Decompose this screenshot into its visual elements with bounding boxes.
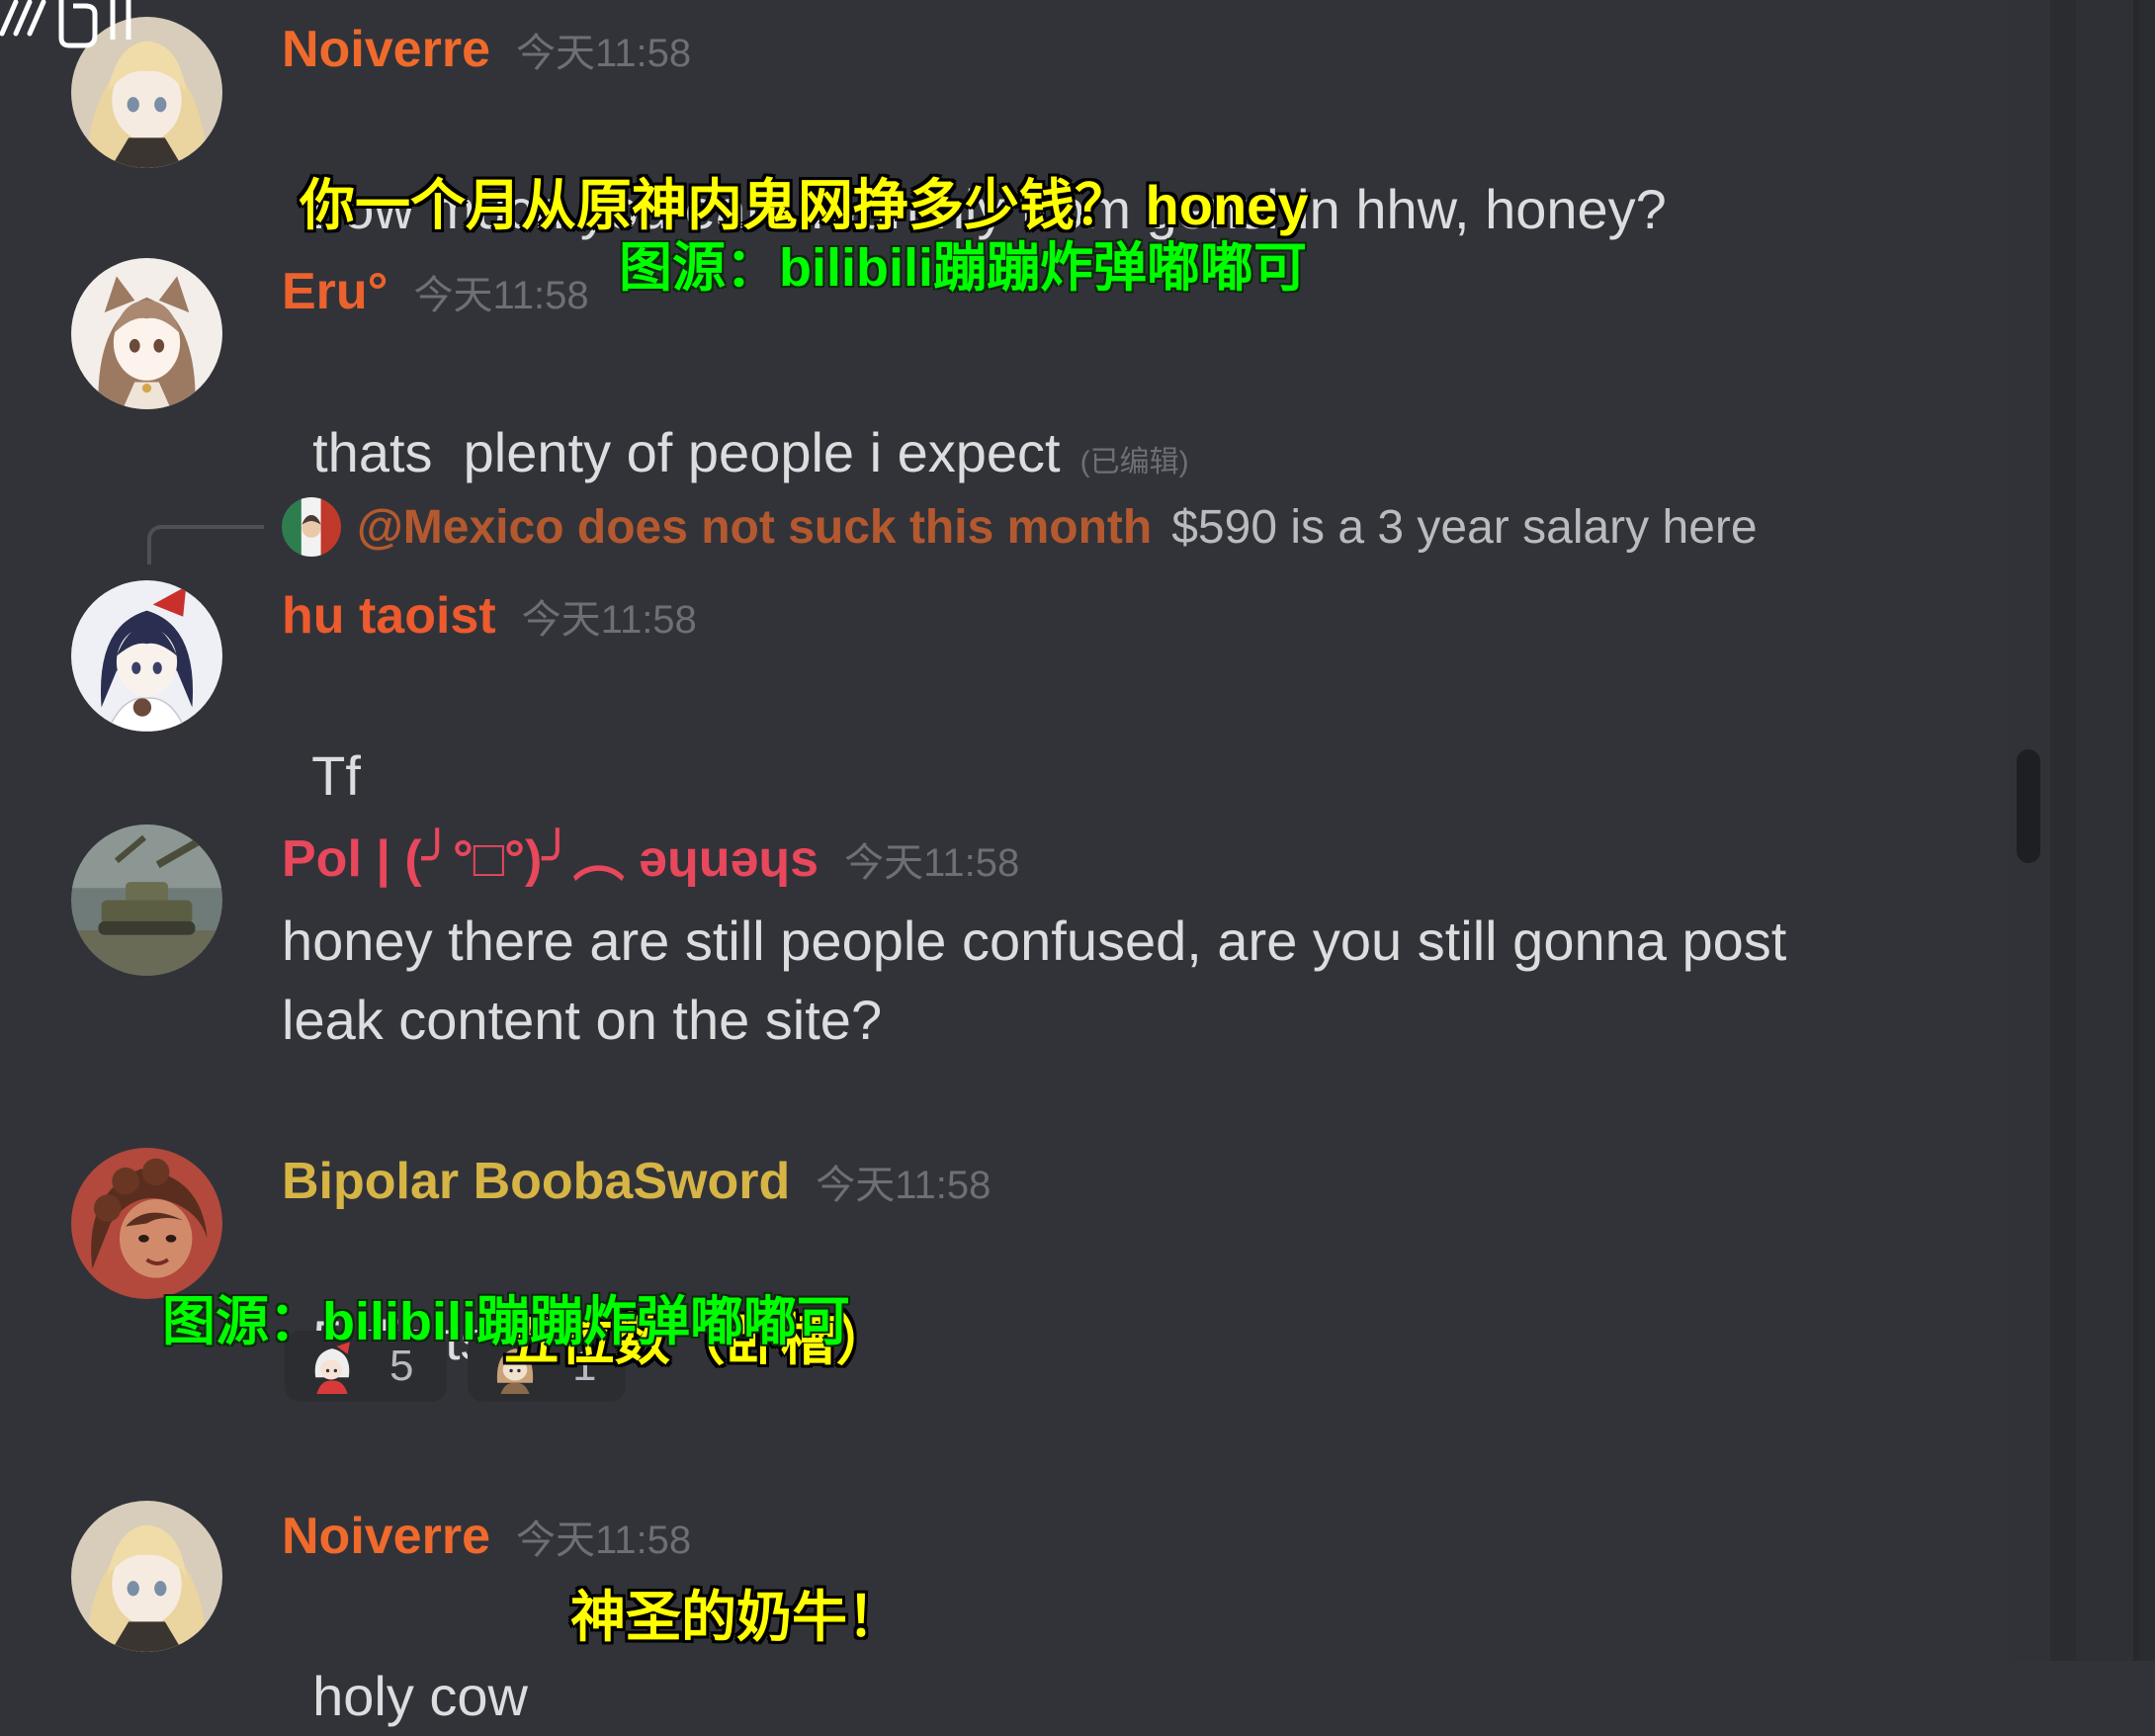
username[interactable]: hu taoist xyxy=(282,584,496,648)
anime-character-red-avatar[interactable] xyxy=(71,1148,222,1299)
message-content: honey there are still people confused, a… xyxy=(282,902,1844,1060)
anime-girl-dark-hair-avatar[interactable] xyxy=(71,580,222,732)
tank-avatar[interactable] xyxy=(71,825,222,976)
scrollbar-thumb[interactable] xyxy=(2017,749,2040,863)
message-header: Noiverre 今天11:58 xyxy=(282,18,691,81)
message-header: Bipolar BoobaSword 今天11:58 xyxy=(282,1150,991,1213)
anime-girl-brown-hair-avatar[interactable] xyxy=(71,258,222,409)
reply-mention[interactable]: @Mexico does not suck this month xyxy=(357,498,1152,558)
username[interactable]: Eru° xyxy=(282,260,388,323)
message-content: thats plenty of people i expect (已编辑) xyxy=(282,334,1189,502)
reply-text[interactable]: $590 is a 3 year salary here xyxy=(1171,498,1757,558)
message-header: hu taoist 今天11:58 xyxy=(282,584,697,648)
bilibili-logo xyxy=(0,0,131,48)
subtitle-overlay: 神圣的奶牛！ xyxy=(570,1586,903,1648)
reply-user-avatar[interactable] xyxy=(282,497,341,557)
message-content: holy cow xyxy=(282,1578,528,1736)
username[interactable]: Bipolar BoobaSword xyxy=(282,1150,790,1213)
timestamp[interactable]: 今天11:58 xyxy=(844,831,1019,895)
edited-tag: (已编辑) xyxy=(1079,446,1189,478)
subtitle-overlay: 你一个月从原神内鬼网挣多少钱？ honey xyxy=(300,174,1309,236)
username[interactable]: Noiverre xyxy=(282,18,490,81)
anime-girl-blonde-avatar[interactable] xyxy=(71,1501,222,1652)
source-credit-overlay: 图源：bilibili蹦蹦炸弹嘟嘟可 xyxy=(619,238,1307,298)
message-text: honey there are still people confused, a… xyxy=(282,910,1787,1051)
username[interactable]: Noiverre xyxy=(282,1505,490,1568)
sidebar-divider xyxy=(2133,0,2139,1661)
message-header: Pol | (╯°□°)╯︵ ǝɥuǝɥs 今天11:58 xyxy=(282,827,1019,891)
reply-preview[interactable]: @Mexico does not suck this month $590 is… xyxy=(357,498,1758,558)
timestamp[interactable]: 今天11:58 xyxy=(516,22,691,85)
timestamp[interactable]: 今天11:58 xyxy=(413,264,588,327)
message-text: Tf xyxy=(311,744,361,807)
username[interactable]: Pol | (╯°□°)╯︵ ǝɥuǝɥs xyxy=(282,827,819,891)
message-content: Tf xyxy=(282,657,361,816)
message-text: holy cow xyxy=(312,1665,528,1727)
timestamp[interactable]: 今天11:58 xyxy=(816,1154,991,1217)
message-header: Eru° 今天11:58 xyxy=(282,260,589,323)
message-header: Noiverre 今天11:58 xyxy=(282,1505,691,1568)
source-credit-overlay: 图源：bilibili蹦蹦炸弹嘟嘟可 xyxy=(162,1292,850,1351)
timestamp[interactable]: 今天11:58 xyxy=(516,1509,691,1572)
sidebar-strip xyxy=(2076,0,2137,1661)
timestamp[interactable]: 今天11:58 xyxy=(522,588,697,651)
message-text: thats plenty of people i expect xyxy=(312,421,1061,483)
reply-connector xyxy=(147,525,264,564)
